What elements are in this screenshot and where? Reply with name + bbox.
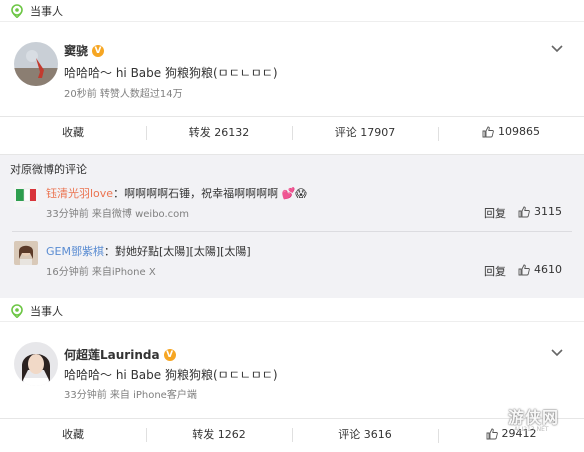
reply-button[interactable]: 回复: [484, 263, 506, 279]
watermark-sub: ALI213.NET: [514, 426, 549, 433]
favorite-button[interactable]: 收藏: [0, 124, 146, 140]
post-card-1: 窦骁 V 哈哈哈～ hi Babe 狗粮狗粮(ㅁㄷㄴㅁㄷ) 20秒前 转赞人数超…: [0, 22, 584, 154]
comment-line: 钰清光羽love：啊啊啊啊石锤，祝幸福啊啊啊啊 💕😱: [46, 185, 307, 201]
location-pin-icon: [11, 303, 23, 318]
comment-meta: 33分钟前 来自微博 weibo.com: [46, 209, 190, 220]
location-pin-icon: [11, 3, 23, 18]
repost-button[interactable]: 转发 26132: [146, 124, 292, 140]
comment-meta: 16分钟前 来自iPhone X: [46, 267, 156, 278]
comment-text: 啊啊啊啊石锤，祝幸福啊啊啊啊: [124, 187, 279, 200]
verified-badge-icon: V: [163, 348, 176, 361]
username-text[interactable]: 窦骁: [64, 42, 88, 59]
repost-label: 转发 1262: [192, 427, 246, 441]
post-card-2: 何超莲Laurinda V 哈哈哈～ hi Babe 狗粮狗粮(ㅁㄷㄴㅁㄷ) 3…: [0, 322, 584, 452]
section-label: 当事人: [30, 304, 63, 318]
action-bar: 收藏 转发 1262 评论 3616 29412: [0, 418, 584, 448]
like-button[interactable]: 109865: [438, 125, 584, 141]
verified-badge-icon: V: [92, 44, 105, 57]
comment-like-count: 3115: [534, 205, 562, 218]
action-bar: 收藏 转发 26132 评论 17907 109865: [0, 116, 584, 146]
comment-like-button[interactable]: 4610: [518, 263, 562, 276]
post-meta: 33分钟前 来自 iPhone客户端: [64, 390, 197, 401]
chevron-down-icon[interactable]: [550, 348, 564, 358]
comments-header: 对原微博的评论: [10, 163, 87, 176]
comment-like-button[interactable]: 3115: [518, 205, 562, 218]
section-header-2: 当事人: [0, 300, 584, 322]
thumbs-up-icon: [518, 264, 530, 275]
post-meta: 20秒前 转赞人数超过14万: [64, 89, 183, 100]
watermark-logo: 游侠网: [508, 408, 560, 427]
comment-label: 评论 3616: [338, 427, 392, 441]
reply-button[interactable]: 回复: [484, 205, 506, 221]
comment-text: 對她好點[太陽][太陽][太陽]: [114, 245, 251, 258]
username[interactable]: 窦骁 V: [64, 42, 105, 59]
like-count: 109865: [498, 125, 540, 138]
section-gap: [0, 288, 584, 298]
repost-label: 转发 26132: [188, 125, 250, 139]
commenter-name[interactable]: GEM鄧紫棋: [46, 245, 104, 258]
post-text: 哈哈哈～ hi Babe 狗粮狗粮(ㅁㄷㄴㅁㄷ): [64, 66, 278, 80]
like-button[interactable]: 29412: [438, 427, 584, 443]
comment-button[interactable]: 评论 3616: [292, 426, 438, 442]
section-label: 当事人: [30, 4, 63, 18]
commenter-avatar[interactable]: [14, 183, 38, 207]
repost-button[interactable]: 转发 1262: [146, 426, 292, 442]
thumbs-up-icon: [486, 428, 498, 439]
comment-line: GEM鄧紫棋：對她好點[太陽][太陽][太陽]: [46, 243, 251, 259]
favorite-button[interactable]: 收藏: [0, 426, 146, 442]
emoji-icon: 💕😱: [281, 187, 307, 200]
comment-separator: ：: [103, 245, 115, 258]
avatar[interactable]: [14, 42, 58, 86]
comment-item: GEM鄧紫棋：對她好點[太陽][太陽][太陽] 16分钟前 来自iPhone X…: [0, 239, 584, 287]
chevron-down-icon[interactable]: [550, 44, 564, 54]
username[interactable]: 何超莲Laurinda V: [64, 346, 176, 363]
comment-label: 评论 17907: [334, 125, 396, 139]
commenter-avatar[interactable]: [14, 241, 38, 265]
thumbs-up-icon: [482, 126, 494, 137]
comment-like-count: 4610: [534, 263, 562, 276]
section-header-1: 当事人: [0, 0, 584, 22]
comments-panel: 对原微博的评论 钰清光羽love：啊啊啊啊石锤，祝幸福啊啊啊啊 💕😱 33分钟前…: [0, 154, 584, 288]
avatar[interactable]: [14, 342, 58, 386]
thumbs-up-icon: [518, 206, 530, 217]
comment-separator: ：: [113, 187, 125, 200]
favorite-label: 收藏: [62, 427, 84, 441]
favorite-label: 收藏: [62, 125, 84, 139]
post-text: 哈哈哈～ hi Babe 狗粮狗粮(ㅁㄷㄴㅁㄷ): [64, 368, 278, 382]
comment-divider: [12, 231, 572, 232]
comment-button[interactable]: 评论 17907: [292, 124, 438, 140]
commenter-name[interactable]: 钰清光羽love: [46, 187, 113, 200]
comment-item: 钰清光羽love：啊啊啊啊石锤，祝幸福啊啊啊啊 💕😱 33分钟前 来自微博 we…: [0, 181, 584, 231]
username-text[interactable]: 何超莲Laurinda: [64, 346, 160, 363]
